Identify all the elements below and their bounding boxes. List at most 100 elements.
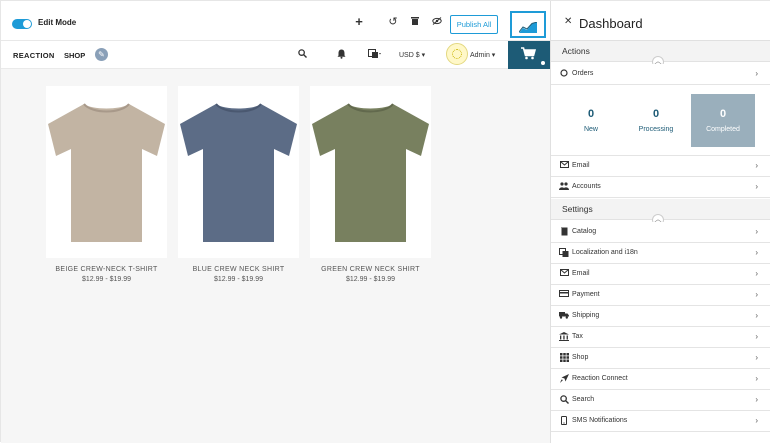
currency-select[interactable]: USD $ ▾ bbox=[399, 51, 425, 59]
row-label: Email bbox=[572, 162, 590, 169]
chevron-down-icon: ▾ bbox=[491, 52, 496, 59]
product-image[interactable] bbox=[46, 86, 167, 258]
cart-icon bbox=[521, 47, 537, 63]
edit-mode-label: Edit Mode bbox=[38, 18, 77, 27]
envelope-icon bbox=[559, 269, 569, 279]
stat-value: 0 bbox=[652, 108, 660, 120]
search-icon[interactable] bbox=[295, 49, 309, 61]
row-label: Email bbox=[572, 270, 590, 277]
publish-all-button[interactable]: Publish All bbox=[450, 15, 498, 34]
book-icon bbox=[559, 227, 569, 239]
stat-label: Completed bbox=[706, 126, 740, 133]
product-title[interactable]: BLUE CREW NECK SHIRT bbox=[178, 266, 299, 273]
close-icon[interactable]: ✕ bbox=[564, 16, 572, 27]
settings-reaction-connect-row[interactable]: Reaction Connect › bbox=[551, 369, 770, 390]
order-stats: 0 New 0 Processing 0 Completed bbox=[551, 86, 770, 156]
actions-email-row[interactable]: Email › bbox=[551, 156, 770, 177]
product-card[interactable]: BEIGE CREW-NECK T-SHIRT $12.99 - $19.99 bbox=[46, 86, 167, 283]
row-label: Tax bbox=[572, 333, 583, 340]
product-title[interactable]: BEIGE CREW-NECK T-SHIRT bbox=[46, 266, 167, 273]
chevron-right-icon: › bbox=[755, 290, 758, 299]
eye-off-icon[interactable] bbox=[430, 15, 444, 29]
stat-completed[interactable]: 0 Completed bbox=[691, 94, 755, 147]
row-label: Reaction Connect bbox=[572, 375, 628, 382]
tshirt-image bbox=[48, 103, 165, 242]
dashboard-title: Dashboard bbox=[579, 16, 643, 31]
product-price: $12.99 - $19.99 bbox=[345, 276, 396, 283]
chevron-right-icon: › bbox=[755, 374, 758, 383]
product-title[interactable]: GREEN CREW NECK SHIRT bbox=[310, 266, 431, 273]
admin-menu[interactable]: Admin ▾ bbox=[470, 51, 495, 59]
product-card[interactable]: BLUE CREW NECK SHIRT $12.99 - $19.99 bbox=[178, 86, 299, 283]
settings-section-header: Settings ︿ bbox=[551, 199, 770, 226]
edit-mode-toggle[interactable] bbox=[12, 19, 32, 29]
dashboard-panel: ✕ Dashboard Actions ︿ Orders › 0 New 0 P… bbox=[550, 1, 770, 443]
plus-icon[interactable]: + bbox=[352, 15, 366, 29]
cart-button[interactable] bbox=[508, 41, 550, 70]
chevron-right-icon: › bbox=[755, 353, 758, 362]
chevron-right-icon: › bbox=[755, 227, 758, 236]
bank-icon bbox=[559, 332, 569, 344]
circle-icon bbox=[559, 69, 569, 80]
stat-label: New bbox=[583, 126, 598, 133]
settings-shop-row[interactable]: Shop › bbox=[551, 348, 770, 369]
language-icon[interactable] bbox=[367, 49, 381, 62]
trash-icon[interactable] bbox=[408, 15, 422, 29]
accounts-row[interactable]: Accounts › bbox=[551, 177, 770, 198]
rocket-icon bbox=[559, 374, 569, 386]
chevron-right-icon: › bbox=[755, 395, 758, 404]
bell-icon[interactable] bbox=[334, 49, 348, 62]
grid-icon bbox=[559, 353, 569, 365]
edit-toolbar: Edit Mode + ↺ Publish All bbox=[1, 1, 550, 41]
row-label: Shipping bbox=[572, 312, 600, 319]
shop-link[interactable]: SHOP bbox=[64, 51, 85, 60]
settings-search-row[interactable]: Search › bbox=[551, 390, 770, 411]
dashboard-header: ✕ Dashboard bbox=[551, 1, 770, 41]
stat-processing[interactable]: 0 Processing bbox=[624, 94, 688, 147]
search-icon bbox=[559, 395, 569, 407]
pencil-icon[interactable]: ✎ bbox=[95, 48, 108, 61]
chevron-right-icon: › bbox=[755, 182, 758, 191]
orders-row[interactable]: Orders › bbox=[551, 64, 770, 85]
language-icon bbox=[559, 248, 569, 260]
settings-tax-row[interactable]: Tax › bbox=[551, 327, 770, 348]
stat-new[interactable]: 0 New bbox=[559, 94, 623, 147]
avatar-pattern bbox=[452, 49, 462, 59]
row-label: Shop bbox=[572, 354, 589, 361]
toggle-knob bbox=[23, 20, 31, 28]
row-label: Accounts bbox=[572, 183, 601, 190]
brand-link[interactable]: REACTION bbox=[13, 51, 55, 60]
settings-sms-row[interactable]: SMS Notifications › bbox=[551, 411, 770, 432]
product-image[interactable] bbox=[178, 86, 299, 258]
undo-icon[interactable]: ↺ bbox=[386, 15, 400, 29]
chevron-right-icon: › bbox=[755, 332, 758, 341]
settings-catalog-row[interactable]: Catalog › bbox=[551, 222, 770, 243]
mobile-icon bbox=[559, 416, 569, 428]
chevron-right-icon: › bbox=[755, 161, 758, 170]
settings-payment-row[interactable]: Payment › bbox=[551, 285, 770, 306]
chevron-right-icon: › bbox=[755, 248, 758, 257]
chevron-right-icon: › bbox=[755, 269, 758, 278]
dashboard-toggle-button[interactable] bbox=[510, 11, 546, 38]
product-image[interactable] bbox=[310, 86, 431, 258]
product-grid: BEIGE CREW-NECK T-SHIRT $12.99 - $19.99 … bbox=[1, 69, 550, 443]
truck-icon bbox=[559, 311, 569, 322]
stat-value: 0 bbox=[587, 108, 595, 120]
app-frame: Edit Mode + ↺ Publish All REACTION SHOP … bbox=[0, 0, 770, 443]
avatar[interactable] bbox=[446, 43, 468, 65]
chevron-right-icon: › bbox=[755, 416, 758, 425]
row-label: Search bbox=[572, 396, 595, 403]
actions-label: Actions bbox=[562, 46, 590, 56]
tshirt-image bbox=[180, 103, 297, 242]
product-card[interactable]: GREEN CREW NECK SHIRT $12.99 - $19.99 bbox=[310, 86, 431, 283]
stat-value: 0 bbox=[719, 108, 727, 120]
chart-icon bbox=[518, 20, 538, 38]
settings-shipping-row[interactable]: Shipping › bbox=[551, 306, 770, 327]
envelope-icon bbox=[559, 161, 569, 171]
settings-localization-row[interactable]: Localization and i18n › bbox=[551, 243, 770, 264]
currency-value: USD $ bbox=[399, 52, 420, 59]
actions-section-header: Actions ︿ bbox=[551, 41, 770, 68]
settings-email-row[interactable]: Email › bbox=[551, 264, 770, 285]
product-price: $12.99 - $19.99 bbox=[81, 276, 132, 283]
chevron-down-icon: ▾ bbox=[421, 52, 426, 59]
